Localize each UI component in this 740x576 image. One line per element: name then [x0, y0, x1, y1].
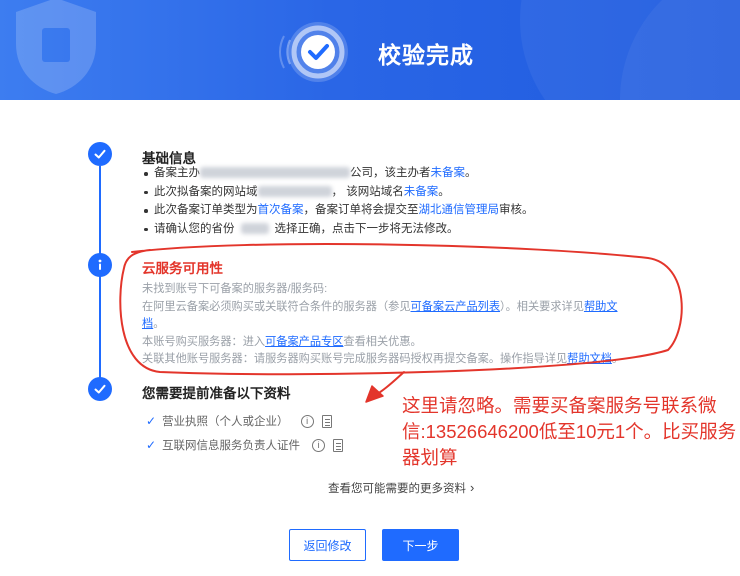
first-filing-link[interactable]: 首次备案 [258, 204, 304, 216]
document-icon[interactable] [321, 414, 332, 428]
help-doc-link[interactable]: 档 [142, 318, 153, 330]
list-item: 此次备案订单类型为首次备案，备案订单将会提交至湖北通信管理局审核。 [144, 201, 534, 220]
text-line: 在阿里云备案必须购买或关联符合条件的服务器（参见可备案云产品列表）。相关要求详见… [142, 300, 618, 313]
material-item: ✓ 营业执照（个人或企业） i [146, 413, 332, 429]
redacted-text [200, 167, 350, 179]
check-circle-icon [88, 377, 112, 401]
eligible-products-link[interactable]: 可备案云产品列表 [411, 301, 501, 313]
text-line: 关联其他账号服务器：请服务器购买账号完成服务器码授权再提交备案。操作指导详见帮助… [142, 353, 624, 365]
more-materials-link[interactable]: 查看您可能需要的更多资料 › [328, 480, 474, 496]
check-circle-icon [88, 142, 112, 166]
text-line: 档。 [142, 318, 165, 330]
section-title-cloud-availability: 云服务可用性 [142, 261, 223, 276]
text-line: 未找到账号下可备案的服务器/服务码: [142, 283, 328, 295]
cloud-availability-text: 未找到账号下可备案的服务器/服务码: 在阿里云备案必须购买或关联符合条件的服务器… [142, 281, 672, 369]
help-doc-link[interactable]: 帮助文 [584, 301, 618, 313]
next-step-button[interactable]: 下一步 [382, 529, 459, 561]
info-circle-icon [88, 253, 112, 277]
document-icon[interactable] [333, 438, 344, 452]
help-doc-link[interactable]: 帮助文档 [567, 353, 612, 365]
material-item: ✓ 互联网信息服务负责人证件 i [146, 437, 344, 453]
unregistered-link[interactable]: 未备案 [404, 186, 439, 198]
list-item: 此次拟备案的网站域， 该网站域名未备案。 [144, 183, 534, 202]
info-icon[interactable]: i [300, 414, 314, 428]
redacted-text [257, 185, 332, 197]
verified-badge-icon [276, 12, 356, 92]
redacted-text [240, 222, 269, 234]
check-icon: ✓ [146, 438, 157, 452]
list-item: 备案主办 公司，该主办者未备案。 [144, 164, 534, 183]
back-edit-button[interactable]: 返回修改 [289, 529, 366, 561]
text-line: 本账号购买服务器：进入可备案产品专区查看相关优惠。 [142, 335, 422, 348]
chevron-right-icon: › [470, 480, 475, 495]
unregistered-link[interactable]: 未备案 [431, 167, 466, 179]
basic-info-list: 备案主办 公司，该主办者未备案。 此次拟备案的网站域， 该网站域名未备案。 此次备… [144, 164, 534, 238]
timeline-line [99, 166, 101, 254]
header-banner: 校验完成 [0, 0, 740, 100]
timeline-line [99, 276, 101, 378]
check-icon: ✓ [146, 414, 157, 428]
page-title: 校验完成 [378, 42, 474, 68]
info-icon[interactable]: i [312, 438, 326, 452]
annotation-note: 这里请忽略。需要买备案服务号联系微信:13526646200低至10元1个。比买… [402, 395, 737, 468]
section-title-materials: 您需要提前准备以下资料 [142, 386, 291, 401]
list-item: 请确认您的省份 选择正确，点击下一步将无法修改。 [144, 220, 534, 239]
product-zone-link[interactable]: 可备案产品专区 [265, 336, 343, 348]
hubei-authority-link[interactable]: 湖北通信管理局 [419, 204, 500, 216]
shield-icon [16, 0, 96, 94]
